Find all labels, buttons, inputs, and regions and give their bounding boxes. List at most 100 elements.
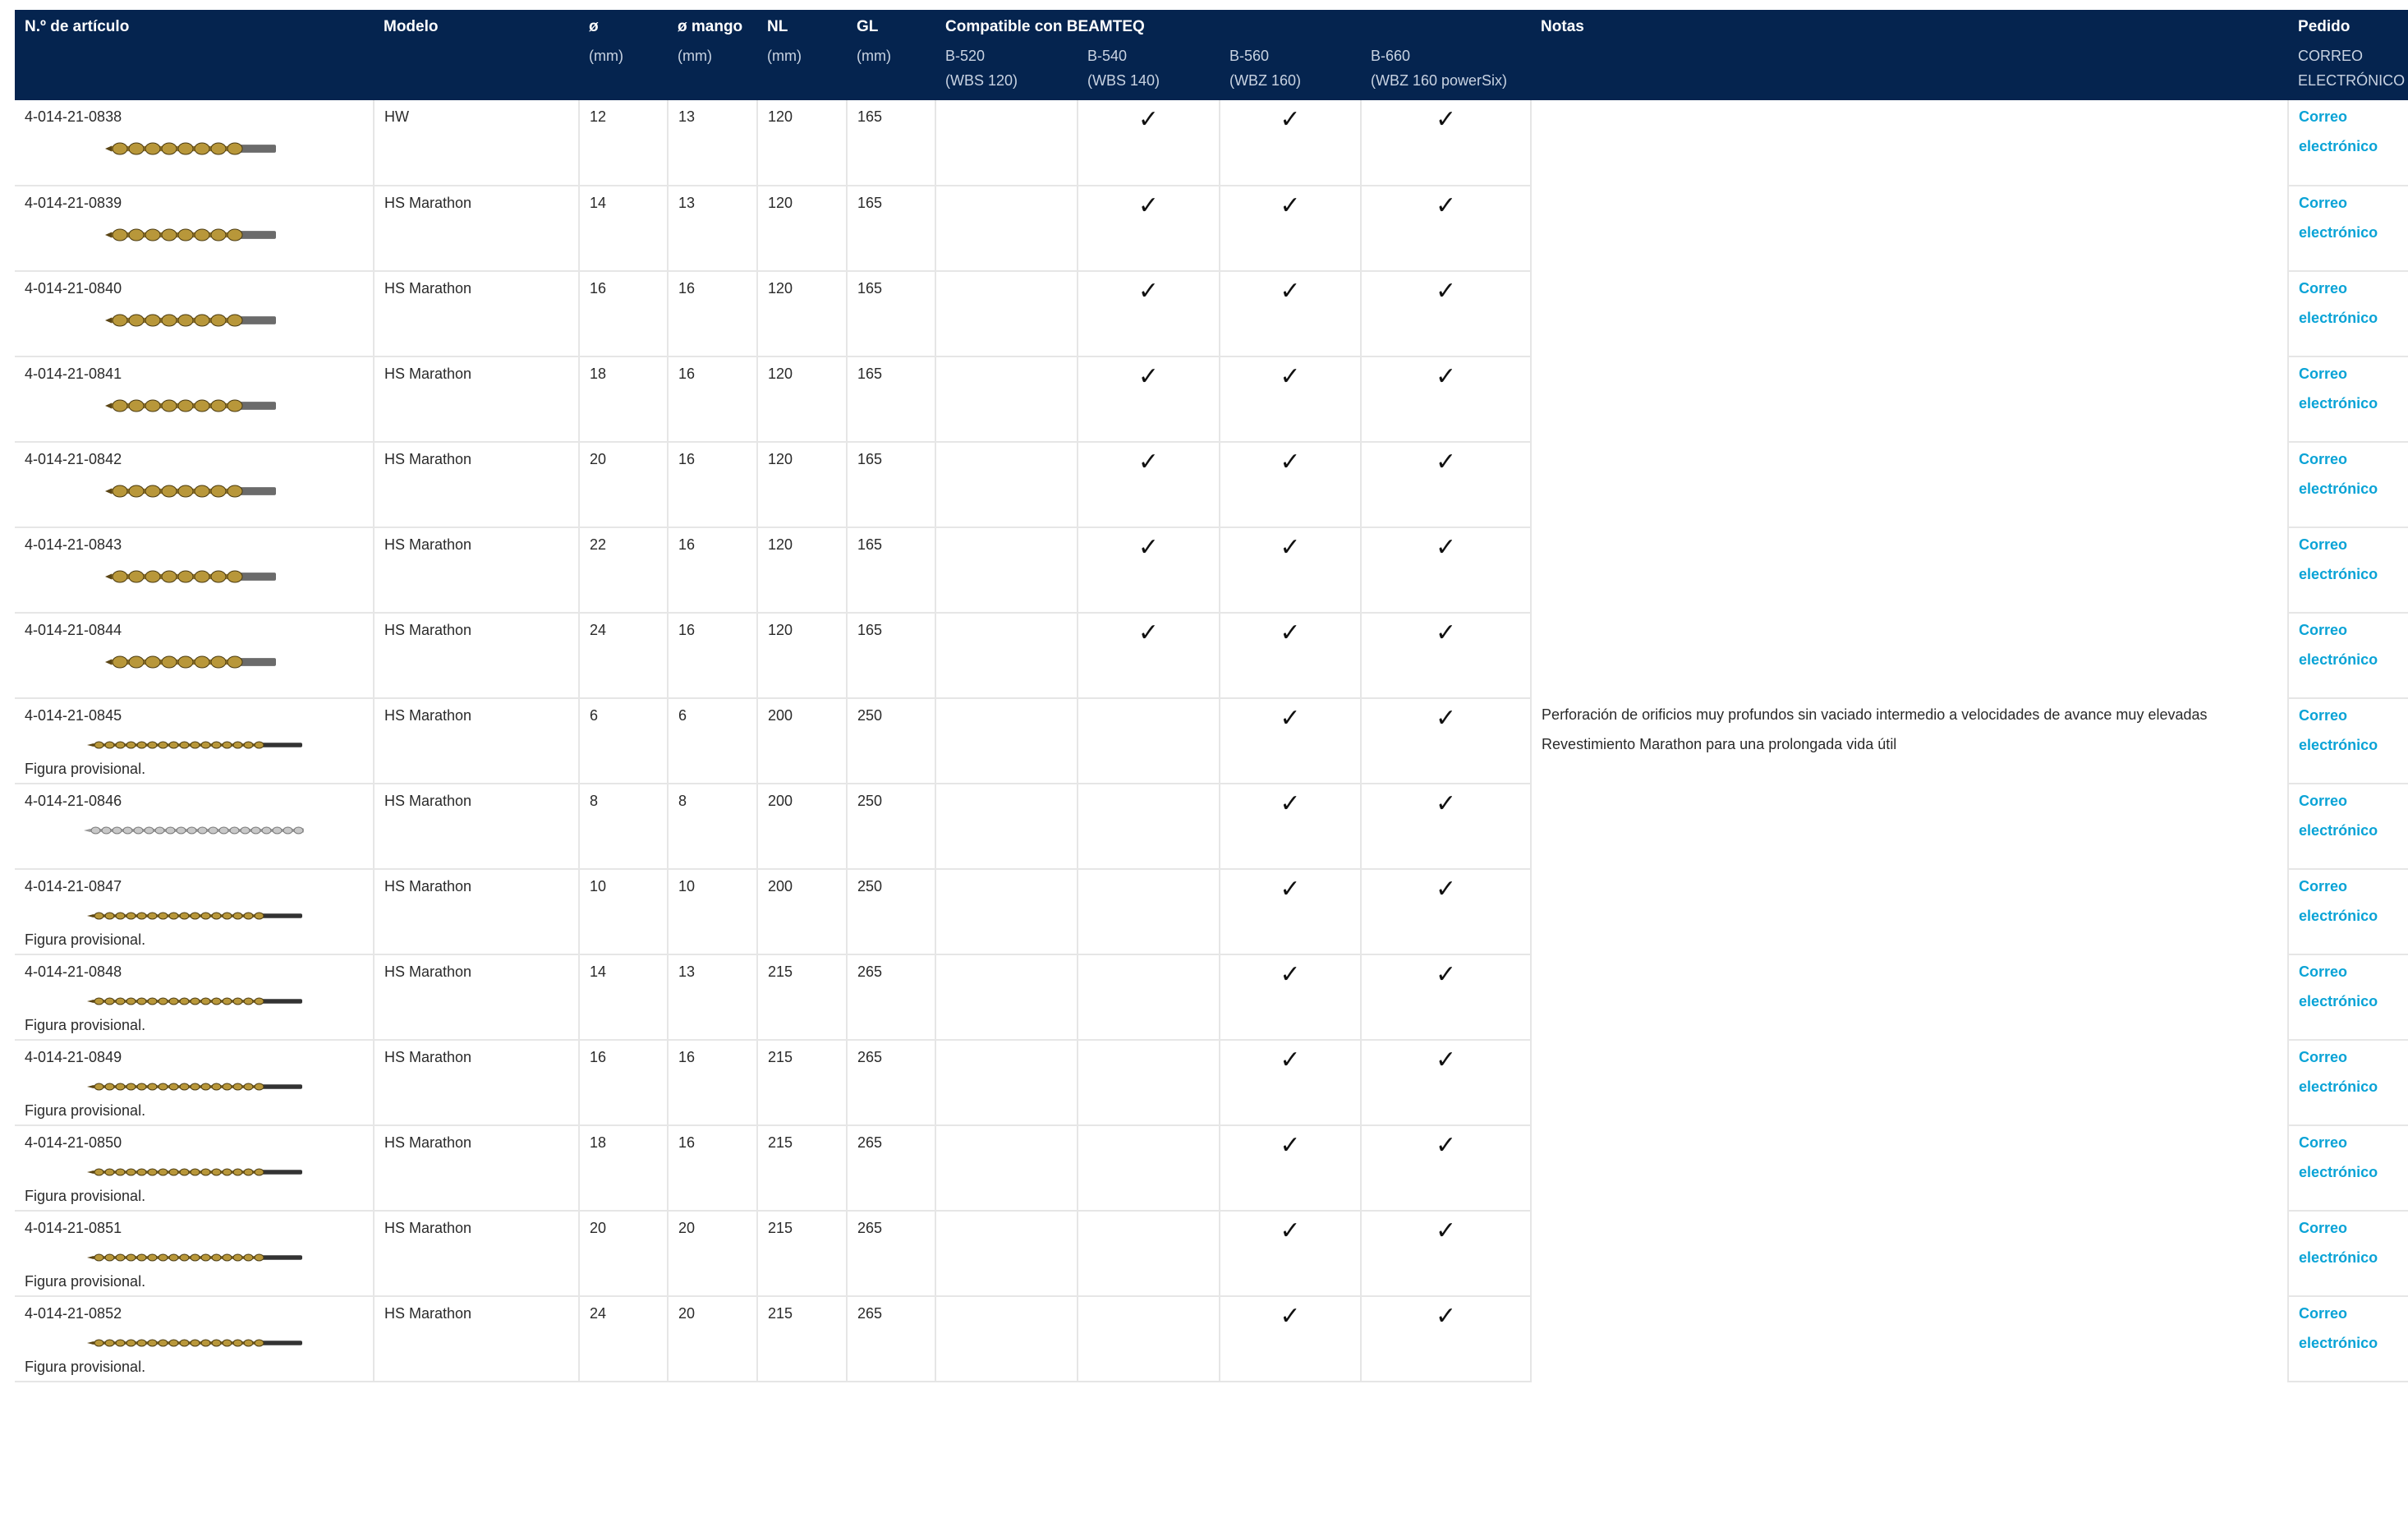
- article-number: 4-014-21-0850: [25, 1134, 122, 1151]
- cell-notes: Perforación de orificios muy profundos s…: [1531, 100, 2290, 1382]
- article-number: 4-014-21-0845: [25, 707, 122, 724]
- diameter-value: 10: [590, 878, 607, 894]
- header-unit: (mm): [847, 43, 935, 72]
- cell-b560: ✓: [1220, 527, 1362, 614]
- checkmark-icon: ✓: [1435, 448, 1457, 476]
- cell-gl: 165: [847, 356, 936, 443]
- order-link-line: electrónico: [2299, 908, 2378, 924]
- cell-diameter: 16: [579, 1040, 669, 1126]
- drill-bit-icon: [105, 399, 276, 412]
- header-notes: Notas: [1531, 10, 2289, 43]
- cell-order: Correo electrónico: [2288, 954, 2408, 1041]
- header-blank: [15, 72, 374, 100]
- order-email-link[interactable]: Correo electrónico: [2299, 701, 2398, 760]
- cell-diameter: 24: [579, 1296, 669, 1382]
- diameter-value: 20: [590, 451, 607, 467]
- cell-article-number: 4-014-21-0845 Figura provisional.: [15, 698, 375, 784]
- order-link-line: Correo: [2299, 622, 2348, 638]
- cell-diameter: 18: [579, 356, 669, 443]
- shank-diameter-value: 16: [678, 622, 696, 638]
- cell-diameter: 16: [579, 271, 669, 357]
- checkmark-icon: ✓: [1280, 192, 1301, 219]
- cell-diameter: 18: [579, 1125, 669, 1212]
- model-value: HS Marathon: [384, 451, 472, 467]
- order-link-line: electrónico: [2299, 481, 2378, 497]
- order-email-link[interactable]: Correo electrónico: [2299, 102, 2398, 161]
- checkmark-icon: ✓: [1435, 790, 1457, 817]
- cell-b540: ✓: [1078, 271, 1220, 357]
- header-blank: [757, 72, 847, 100]
- cell-b540: [1078, 784, 1220, 870]
- cell-b660: ✓: [1361, 527, 1533, 614]
- order-link-line: electrónico: [2299, 1249, 2378, 1266]
- article-number: 4-014-21-0852: [25, 1305, 122, 1322]
- gl-value: 165: [857, 280, 883, 297]
- order-email-link[interactable]: Correo electrónico: [2299, 1128, 2398, 1187]
- cell-order: Correo electrónico: [2288, 527, 2408, 614]
- order-email-link[interactable]: Correo electrónico: [2299, 871, 2398, 931]
- nl-value: 215: [768, 963, 793, 980]
- order-email-link[interactable]: Correo electrónico: [2299, 615, 2398, 674]
- notes-line: Revestimiento Marathon para una prolonga…: [1542, 736, 1897, 752]
- drill-bit-icon: [105, 655, 276, 669]
- order-email-link[interactable]: Correo electrónico: [2299, 188, 2398, 247]
- cell-nl: 215: [757, 954, 848, 1041]
- drill-bit-icon: [105, 228, 276, 241]
- order-email-link[interactable]: Correo electrónico: [2299, 957, 2398, 1016]
- cell-b520: [935, 442, 1078, 528]
- cell-b660: ✓: [1361, 613, 1533, 699]
- cell-shank-diameter: 16: [668, 442, 758, 528]
- header-blank: [1531, 43, 2289, 72]
- checkmark-icon: ✓: [1435, 534, 1457, 561]
- header-compatible: Compatible con BEAMTEQ: [935, 10, 1532, 43]
- header-diameter: ø: [579, 10, 668, 43]
- gl-value: 165: [857, 451, 883, 467]
- checkmark-icon: ✓: [1435, 1132, 1457, 1159]
- diameter-value: 22: [590, 536, 607, 553]
- article-number: 4-014-21-0847: [25, 878, 122, 894]
- nl-value: 120: [768, 195, 793, 211]
- cell-b660: ✓: [1361, 698, 1533, 784]
- order-email-link[interactable]: Correo electrónico: [2299, 1299, 2398, 1358]
- cell-order: Correo electrónico: [2288, 784, 2408, 870]
- order-email-link[interactable]: Correo electrónico: [2299, 359, 2398, 418]
- cell-b520: [935, 356, 1078, 443]
- cell-b660: ✓: [1361, 100, 1533, 186]
- nl-value: 200: [768, 878, 793, 894]
- checkmark-icon: ✓: [1280, 619, 1301, 646]
- nl-value: 215: [768, 1134, 793, 1151]
- order-email-link[interactable]: Correo electrónico: [2299, 786, 2398, 845]
- checkmark-icon: ✓: [1435, 619, 1457, 646]
- cell-diameter: 20: [579, 442, 669, 528]
- header-blank: [668, 72, 757, 100]
- header-wbz160-powersix: (WBZ 160 powerSix): [1361, 72, 1532, 100]
- order-email-link[interactable]: Correo electrónico: [2299, 530, 2398, 589]
- checkmark-icon: ✓: [1435, 278, 1457, 305]
- order-link-line: electrónico: [2299, 310, 2378, 326]
- nl-value: 120: [768, 536, 793, 553]
- cell-diameter: 22: [579, 527, 669, 614]
- cell-shank-diameter: 16: [668, 613, 758, 699]
- provisional-figure-note: Figura provisional.: [25, 1017, 146, 1033]
- cell-b660: ✓: [1361, 1296, 1533, 1382]
- cell-b660: ✓: [1361, 356, 1533, 443]
- cell-order: Correo electrónico: [2288, 1296, 2408, 1382]
- checkmark-icon: ✓: [1280, 876, 1301, 903]
- cell-b560: ✓: [1220, 271, 1362, 357]
- cell-b520: [935, 1211, 1078, 1297]
- article-number: 4-014-21-0839: [25, 195, 122, 211]
- product-table-container: N.º de artículo Modelo ø ø mango NL GL C…: [15, 10, 2408, 1382]
- cell-b540: ✓: [1078, 527, 1220, 614]
- order-email-link[interactable]: Correo electrónico: [2299, 444, 2398, 504]
- cell-shank-diameter: 16: [668, 356, 758, 443]
- cell-gl: 250: [847, 784, 936, 870]
- cell-b520: [935, 271, 1078, 357]
- cell-b540: [1078, 1296, 1220, 1382]
- order-email-link[interactable]: Correo electrónico: [2299, 274, 2398, 333]
- cell-nl: 120: [757, 442, 848, 528]
- shank-diameter-value: 16: [678, 1134, 696, 1151]
- order-link-line: Correo: [2299, 1134, 2348, 1151]
- order-email-link[interactable]: Correo electrónico: [2299, 1213, 2398, 1272]
- cell-nl: 120: [757, 100, 848, 186]
- order-email-link[interactable]: Correo electrónico: [2299, 1042, 2398, 1101]
